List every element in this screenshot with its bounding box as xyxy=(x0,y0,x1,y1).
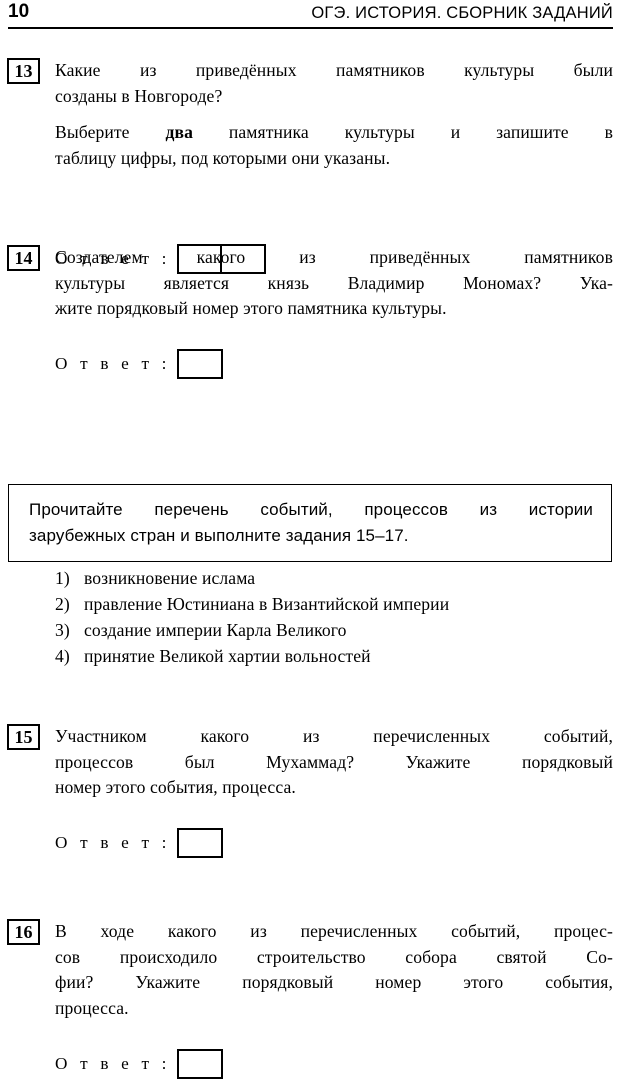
task-13-question-line-1: Какие из приведённых памятников культуры… xyxy=(55,60,613,80)
task-15-question-line-2: процессов был Мухаммад? Укажите порядков… xyxy=(55,751,613,772)
task-13-instruction: Выберите два памятника культуры и запиши… xyxy=(55,120,613,171)
task-15-answer-boxes xyxy=(176,828,223,858)
task-14-question-line-1: Создателем какого из приведённых памятни… xyxy=(55,247,613,267)
header-title: ОГЭ. ИСТОРИЯ. СБОРНИК ЗАДАНИЙ xyxy=(311,4,613,22)
task-16-question-line-4: процесса. xyxy=(55,997,129,1018)
task-15-answer-row: О т в е т : xyxy=(55,828,223,858)
task-13-instruction-line-1: Выберите два памятника культуры и запиши… xyxy=(55,120,613,146)
task-13-emphasis: два xyxy=(165,122,193,142)
list-item: 1) возникновение ислама xyxy=(55,565,613,591)
list-item-marker: 4) xyxy=(55,646,70,666)
list-item-label: возникновение ислама xyxy=(84,568,256,588)
task-13-instruction-line-2: таблицу цифры, под которыми они указаны. xyxy=(55,147,391,168)
page-header: 10 ОГЭ. ИСТОРИЯ. СБОРНИК ЗАДАНИЙ xyxy=(0,0,621,30)
list-item-marker: 2) xyxy=(55,594,70,614)
list-item-marker: 3) xyxy=(55,620,70,640)
event-list: 1) возникновение ислама 2) правление Юстин… xyxy=(55,565,613,669)
task-16-question-line-2: сов происходило строительство собора свя… xyxy=(55,946,613,967)
task-13-question-line-2: созданы в Новгороде? xyxy=(55,85,223,106)
task-number-16: 16 xyxy=(7,919,40,945)
answer-label: О т в е т : xyxy=(55,1054,171,1073)
instruction-line-1: Прочитайте перечень событий, процессов и… xyxy=(29,500,593,519)
page-number: 10 xyxy=(8,1,30,22)
answer-cell[interactable] xyxy=(176,1049,223,1079)
instruction-text: Прочитайте перечень событий, процессов и… xyxy=(29,497,593,549)
answer-cell[interactable] xyxy=(176,828,223,858)
answer-label: О т в е т : xyxy=(55,354,171,373)
instruction-line-2: зарубежных стран и выполните задания 15–… xyxy=(29,526,409,545)
task-15-question-line-3: номер этого события, процесса. xyxy=(55,777,296,797)
task-13-instruction-post: памятника культуры и запишите в xyxy=(192,122,614,142)
task-16-question-line-1: В ходе какого из перечисленных событий, … xyxy=(55,921,613,941)
answer-label: О т в е т : xyxy=(55,833,171,852)
list-item-marker: 1) xyxy=(55,568,70,588)
task-number-14: 14 xyxy=(7,245,40,271)
task-14-body: Создателем какого из приведённых памятни… xyxy=(55,245,613,322)
task-15-body: Участником какого из перечисленных событ… xyxy=(55,724,613,801)
list-item-label: правление Юстиниана в Византийской импер… xyxy=(84,594,450,614)
task-15-question-line-1: Участником какого из перечисленных событ… xyxy=(55,726,613,746)
task-13-instruction-pre: Выберите xyxy=(55,122,166,142)
task-14-question: Создателем какого из приведённых памятни… xyxy=(55,245,613,322)
task-16-question: В ходе какого из перечисленных событий, … xyxy=(55,919,613,1021)
list-item-label: создание империи Карла Великого xyxy=(84,620,347,640)
header-rule xyxy=(8,27,613,29)
task-14-answer-boxes xyxy=(176,349,223,379)
task-14-question-line-3: жите порядковый номер этого памятника ку… xyxy=(55,298,447,318)
task-16-question-line-3: фии? Укажите порядковый номер этого собы… xyxy=(55,972,613,992)
list-item: 3) создание империи Карла Великого xyxy=(55,617,613,643)
task-number-13: 13 xyxy=(7,58,40,84)
task-15-question: Участником какого из перечисленных событ… xyxy=(55,724,613,801)
task-14-answer-row: О т в е т : xyxy=(55,349,223,379)
list-item-label: принятие Великой хартии вольностей xyxy=(84,646,371,666)
task-13-body: Какие из приведённых памятников культуры… xyxy=(55,58,613,171)
task-16-body: В ходе какого из перечисленных событий, … xyxy=(55,919,613,1021)
answer-cell[interactable] xyxy=(176,349,223,379)
list-item: 4) принятие Великой хартии вольностей xyxy=(55,643,613,669)
task-16-answer-row: О т в е т : xyxy=(55,1049,223,1079)
task-number-15: 15 xyxy=(7,724,40,750)
task-16-answer-boxes xyxy=(176,1049,223,1079)
task-14-question-line-2: культуры является князь Владимир Мономах… xyxy=(55,272,613,293)
list-item: 2) правление Юстиниана в Византийской имп… xyxy=(55,591,613,617)
task-13-question: Какие из приведённых памятников культуры… xyxy=(55,58,613,109)
instruction-box: Прочитайте перечень событий, процессов и… xyxy=(8,484,612,562)
